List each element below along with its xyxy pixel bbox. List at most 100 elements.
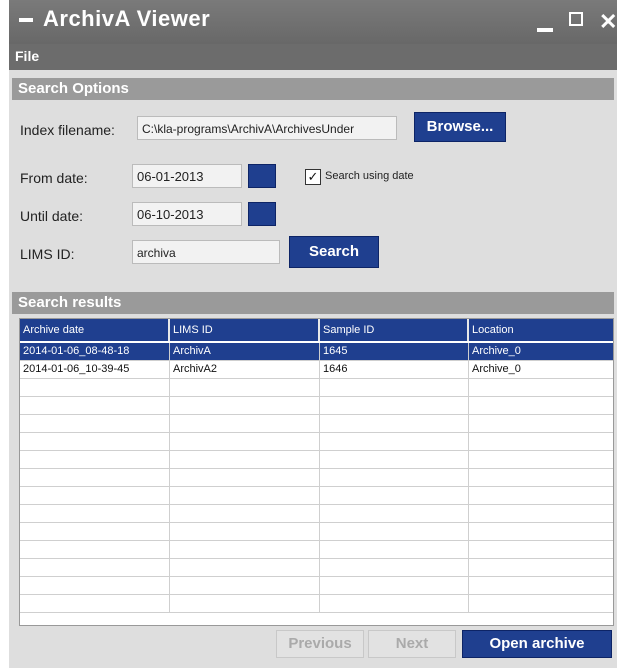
table-cell: [170, 595, 320, 612]
table-cell: [20, 469, 170, 486]
empty-table-row[interactable]: [20, 559, 613, 577]
close-icon[interactable]: ✕: [599, 10, 617, 34]
column-header-location[interactable]: Location: [469, 319, 613, 341]
table-cell: [469, 541, 613, 558]
lims-id-field[interactable]: archiva: [132, 240, 280, 264]
table-cell: [20, 433, 170, 450]
table-cell: [320, 433, 469, 450]
empty-table-row[interactable]: [20, 451, 613, 469]
table-cell: [469, 595, 613, 612]
table-cell: [170, 379, 320, 396]
table-cell: [469, 505, 613, 522]
table-cell: [170, 559, 320, 576]
table-cell: [20, 397, 170, 414]
browse-button[interactable]: Browse...: [414, 112, 506, 142]
window-menu-icon[interactable]: [19, 18, 33, 22]
table-header: Archive date LIMS ID Sample ID Location: [20, 319, 613, 341]
table-cell: [320, 415, 469, 432]
column-header-sample-id[interactable]: Sample ID: [320, 319, 469, 341]
table-cell: [469, 451, 613, 468]
title-bar[interactable]: ArchivA Viewer ✕: [9, 0, 617, 44]
open-archive-button[interactable]: Open archive: [462, 630, 612, 658]
table-cell: [170, 541, 320, 558]
empty-table-row[interactable]: [20, 469, 613, 487]
table-cell: [170, 397, 320, 414]
table-cell: [469, 415, 613, 432]
table-cell: [469, 577, 613, 594]
empty-table-row[interactable]: [20, 415, 613, 433]
table-cell: [469, 559, 613, 576]
empty-table-row[interactable]: [20, 541, 613, 559]
table-cell: [20, 541, 170, 558]
from-date-field[interactable]: 06-01-2013: [132, 164, 242, 188]
table-cell: [320, 379, 469, 396]
table-cell: [20, 523, 170, 540]
table-cell: [469, 469, 613, 486]
empty-table-row[interactable]: [20, 595, 613, 613]
table-cell: [170, 487, 320, 504]
empty-table-row[interactable]: [20, 487, 613, 505]
lims-id-label: LIMS ID:: [20, 246, 75, 262]
table-cell: [469, 487, 613, 504]
table-cell: Archive_0: [472, 363, 521, 375]
table-cell: [20, 577, 170, 594]
search-results-header: Search results: [12, 292, 614, 314]
until-date-picker-button[interactable]: [248, 202, 276, 226]
table-cell: [170, 415, 320, 432]
checkmark-icon: ✓: [307, 169, 319, 184]
index-filename-field[interactable]: C:\kla-programs\ArchivA\ArchivesUnder: [137, 116, 397, 140]
maximize-icon[interactable]: [567, 10, 591, 34]
next-button[interactable]: Next: [368, 630, 456, 658]
column-header-archive-date[interactable]: Archive date: [20, 319, 170, 341]
table-cell: Archive_0: [472, 345, 521, 357]
window-title: ArchivA Viewer: [43, 6, 211, 31]
table-cell: [170, 523, 320, 540]
app-window: ArchivA Viewer ✕ File Search Options Ind…: [9, 0, 617, 668]
search-using-date-label: Search using date: [325, 170, 414, 182]
table-cell: [320, 397, 469, 414]
empty-table-row[interactable]: [20, 505, 613, 523]
empty-table-row[interactable]: [20, 379, 613, 397]
search-button[interactable]: Search: [289, 236, 379, 268]
table-cell: [469, 379, 613, 396]
until-date-field[interactable]: 06-10-2013: [132, 202, 242, 226]
empty-table-row[interactable]: [20, 577, 613, 595]
table-cell: [320, 577, 469, 594]
table-row[interactable]: 2014-01-06_10-39-45 ArchivA2 1646 Archive_0: [20, 361, 613, 379]
index-filename-label: Index filename:: [20, 122, 115, 138]
previous-button[interactable]: Previous: [276, 630, 364, 658]
empty-table-row[interactable]: [20, 433, 613, 451]
menu-file[interactable]: File: [15, 48, 39, 64]
menu-bar: File: [9, 44, 617, 70]
empty-table-row[interactable]: [20, 397, 613, 415]
table-cell: [20, 379, 170, 396]
from-date-picker-button[interactable]: [248, 164, 276, 188]
minimize-icon[interactable]: [535, 10, 559, 34]
table-cell: [469, 397, 613, 414]
table-cell: [20, 559, 170, 576]
table-cell: 2014-01-06_10-39-45: [20, 361, 170, 378]
table-cell: [320, 469, 469, 486]
table-cell: [20, 487, 170, 504]
table-cell: [170, 451, 320, 468]
table-row[interactable]: 2014-01-06_08-48-18 ArchivA 1645 Archive_0: [20, 343, 613, 361]
table-cell: [320, 487, 469, 504]
table-cell: [170, 469, 320, 486]
table-cell: [20, 595, 170, 612]
table-cell: 2014-01-06_08-48-18: [20, 343, 170, 360]
table-cell: [469, 433, 613, 450]
table-cell: [20, 451, 170, 468]
table-cell: [170, 505, 320, 522]
search-using-date-checkbox[interactable]: ✓: [305, 169, 321, 185]
table-cell: [320, 505, 469, 522]
table-cell: [320, 523, 469, 540]
table-cell: [469, 523, 613, 540]
table-cell: [320, 451, 469, 468]
column-header-lims-id[interactable]: LIMS ID: [170, 319, 320, 341]
table-cell: [170, 433, 320, 450]
table-cell: [170, 577, 320, 594]
table-cell: [320, 595, 469, 612]
table-cell: ArchivA: [170, 343, 320, 360]
empty-table-row[interactable]: [20, 523, 613, 541]
table-cell: ArchivA2: [170, 361, 320, 378]
